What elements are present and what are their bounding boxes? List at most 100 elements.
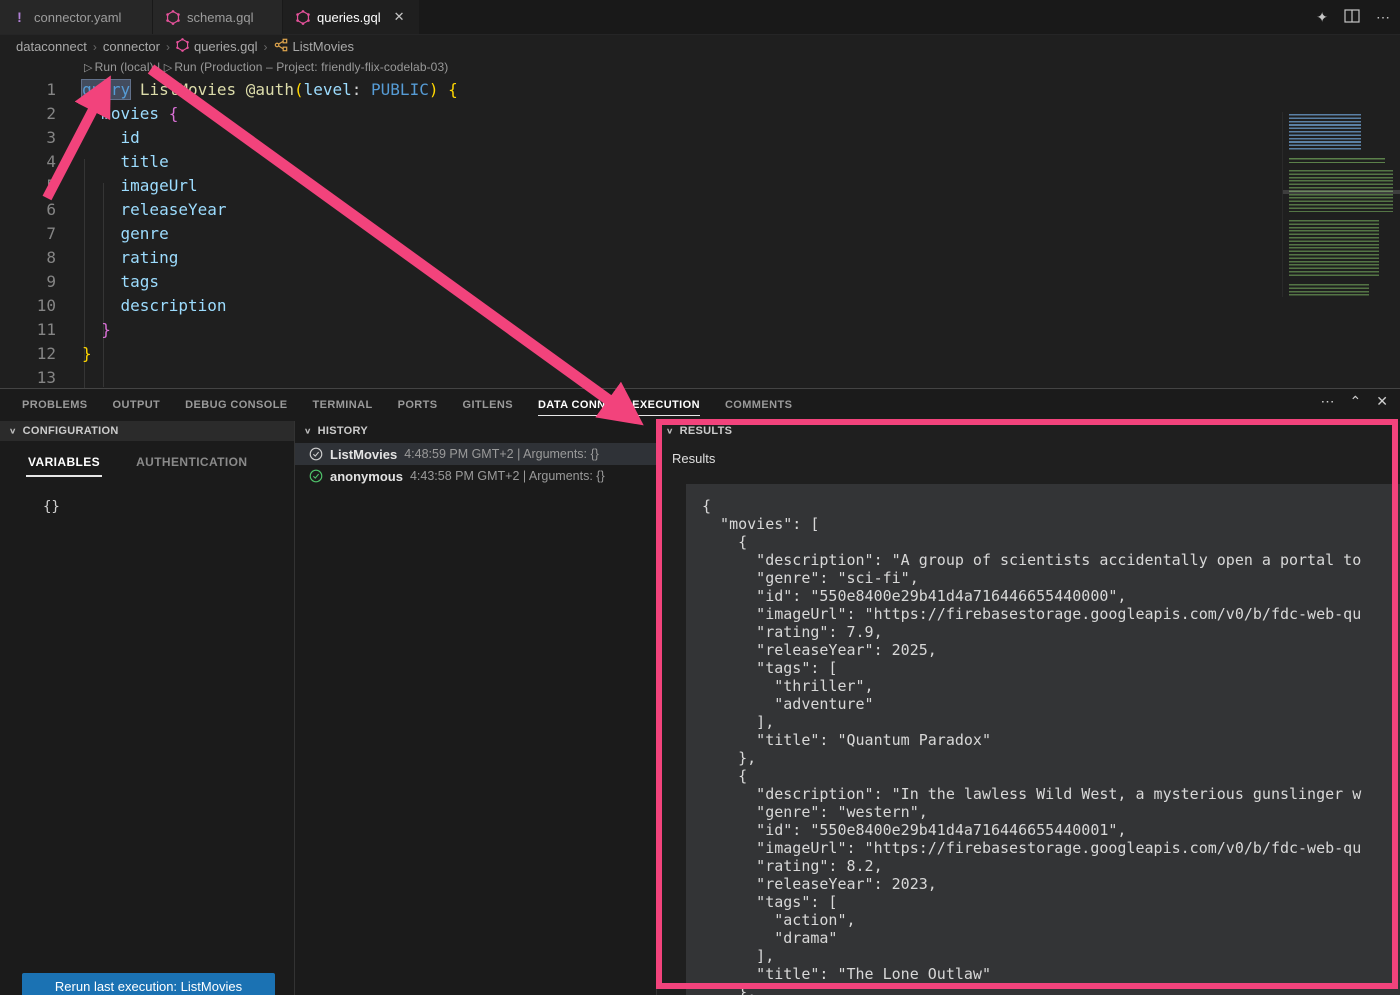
breadcrumb-label: ListMovies [293,39,354,54]
graphql-icon [295,10,310,25]
results-label: Results [672,451,715,466]
minimap[interactable] [1282,112,1400,297]
codelens-separator: | [157,60,160,74]
line-number: 4 [0,150,56,174]
editor-tab-bar: ! connector.yaml schema.gql queries.gql … [0,0,1400,35]
operation-icon [274,38,288,55]
panel-tab-comments[interactable]: COMMENTS [725,391,792,418]
line-number: 7 [0,222,56,246]
graphql-icon [176,38,189,55]
tab-queries-gql[interactable]: queries.gql ✕ [283,0,420,34]
run-local-link[interactable]: ▷Run (local) [84,60,154,74]
line-number: 11 [0,318,56,342]
code-line[interactable]: 9 tags [0,270,1280,294]
minimap-comment-block [1289,284,1369,296]
minimap-comment-block [1289,158,1385,163]
more-actions-icon[interactable]: ⋯ [1376,9,1390,26]
tab-label: connector.yaml [34,10,121,25]
tab-label: schema.gql [187,10,253,25]
code-line[interactable]: 4 title [0,150,1280,174]
line-number: 10 [0,294,56,318]
code-lines: 1query ListMovies @auth(level: PUBLIC) {… [0,78,1280,390]
breadcrumb: dataconnect › connector › queries.gql › … [0,36,1400,57]
code-editor[interactable]: ▷Run (local) | ▷Run (Production – Projec… [0,57,1400,388]
panel-tab-output[interactable]: OUTPUT [113,391,161,418]
panel-tab-gitlens[interactable]: GITLENS [462,391,512,418]
code-line[interactable]: 11 } [0,318,1280,342]
breadcrumb-connector[interactable]: connector [103,39,160,54]
breadcrumb-separator: › [166,40,170,54]
code-line[interactable]: 12} [0,342,1280,366]
bottom-panel: PROBLEMS OUTPUT DEBUG CONSOLE TERMINAL PORTS… [0,388,1400,995]
minimap-comment-block [1289,220,1379,278]
run-production-link[interactable]: ▷Run (Production – Project: friendly-fli… [164,60,449,74]
configuration-tabs: VARIABLES AUTHENTICATION [0,441,294,477]
line-number: 9 [0,270,56,294]
tab-connector-yaml[interactable]: ! connector.yaml [0,0,153,34]
line-number: 8 [0,246,56,270]
history-row-anonymous[interactable]: anonymous4:43:58 PM GMT+2 | Arguments: {… [295,465,656,487]
line-number: 2 [0,102,56,126]
yaml-icon: ! [12,10,27,25]
code-line[interactable]: 7 genre [0,222,1280,246]
variables-value[interactable]: {} [43,499,294,515]
maximize-panel-icon[interactable]: ⌃ [1350,393,1362,410]
tab-authentication[interactable]: AUTHENTICATION [136,455,247,477]
panel-tab-problems[interactable]: PROBLEMS [22,391,88,418]
split-editor-icon[interactable] [1344,9,1360,26]
breadcrumb-listmovies[interactable]: ListMovies [274,38,354,55]
breadcrumb-queries-gql[interactable]: queries.gql [176,38,258,55]
history-entry-name: ListMovies [330,447,397,462]
history-row-listmovies[interactable]: ListMovies4:48:59 PM GMT+2 | Arguments: … [295,443,656,465]
minimap-code-block [1289,114,1361,150]
vscode-window: ! connector.yaml schema.gql queries.gql … [0,0,1400,995]
rerun-button[interactable]: Rerun last execution: ListMovies [22,973,275,995]
panel-tab-debug-console[interactable]: DEBUG CONSOLE [185,391,287,418]
more-actions-icon[interactable]: ⋯ [1321,393,1335,410]
code-line[interactable]: 5 imageUrl [0,174,1280,198]
close-icon[interactable]: ✕ [394,9,405,25]
configuration-section: ∨ CONFIGURATION VARIABLES AUTHENTICATION… [0,421,295,995]
panel-actions: ⋯ ⌃ ✕ [1321,393,1388,410]
chevron-down-icon: ∨ [9,427,17,436]
results-header[interactable]: ∨ RESULTS [657,421,1400,441]
section-title: RESULTS [680,425,733,437]
code-line[interactable]: 10 description [0,294,1280,318]
history-entry-name: anonymous [330,469,403,484]
code-line[interactable]: 1query ListMovies @auth(level: PUBLIC) { [0,78,1280,102]
line-number: 6 [0,198,56,222]
panel-tab-bar: PROBLEMS OUTPUT DEBUG CONSOLE TERMINAL PORTS… [0,391,792,418]
section-title: CONFIGURATION [23,425,119,437]
panel-tab-terminal[interactable]: TERMINAL [313,391,373,418]
line-number: 3 [0,126,56,150]
code-line[interactable]: 6 releaseYear [0,198,1280,222]
code-line[interactable]: 3 id [0,126,1280,150]
history-header[interactable]: ∨ HISTORY [295,421,656,441]
results-json-box[interactable]: { "movies": [ { "description": "A group … [686,484,1400,995]
results-json: { "movies": [ { "description": "A group … [686,484,1400,995]
results-section: ∨ RESULTS Results { "movies": [ { "descr… [657,421,1400,995]
breadcrumb-label: queries.gql [194,39,258,54]
code-line[interactable]: 13 [0,366,1280,390]
breadcrumb-separator: › [93,40,97,54]
line-number: 1 [0,78,56,102]
code-line[interactable]: 8 rating [0,246,1280,270]
chevron-down-icon: ∨ [666,427,674,436]
section-title: HISTORY [318,425,368,437]
tab-schema-gql[interactable]: schema.gql [153,0,283,34]
breadcrumb-separator: › [264,40,268,54]
code-line[interactable]: 2 movies { [0,102,1280,126]
check-circle-icon [309,469,323,483]
close-panel-icon[interactable]: ✕ [1376,393,1388,410]
tab-variables[interactable]: VARIABLES [28,455,100,477]
graphql-icon [165,10,180,25]
breadcrumb-dataconnect[interactable]: dataconnect [16,39,87,54]
tabbar-actions: ✦ ⋯ [1316,0,1390,35]
line-number: 12 [0,342,56,366]
configuration-header[interactable]: ∨ CONFIGURATION [0,421,294,441]
panel-tab-ports[interactable]: PORTS [398,391,438,418]
history-rows: ListMovies4:48:59 PM GMT+2 | Arguments: … [295,443,656,487]
minimap-highlight [1283,190,1400,194]
sparkle-icon[interactable]: ✦ [1316,9,1328,26]
panel-tab-data-connect-execution[interactable]: DATA CONNECT EXECUTION [538,391,700,418]
